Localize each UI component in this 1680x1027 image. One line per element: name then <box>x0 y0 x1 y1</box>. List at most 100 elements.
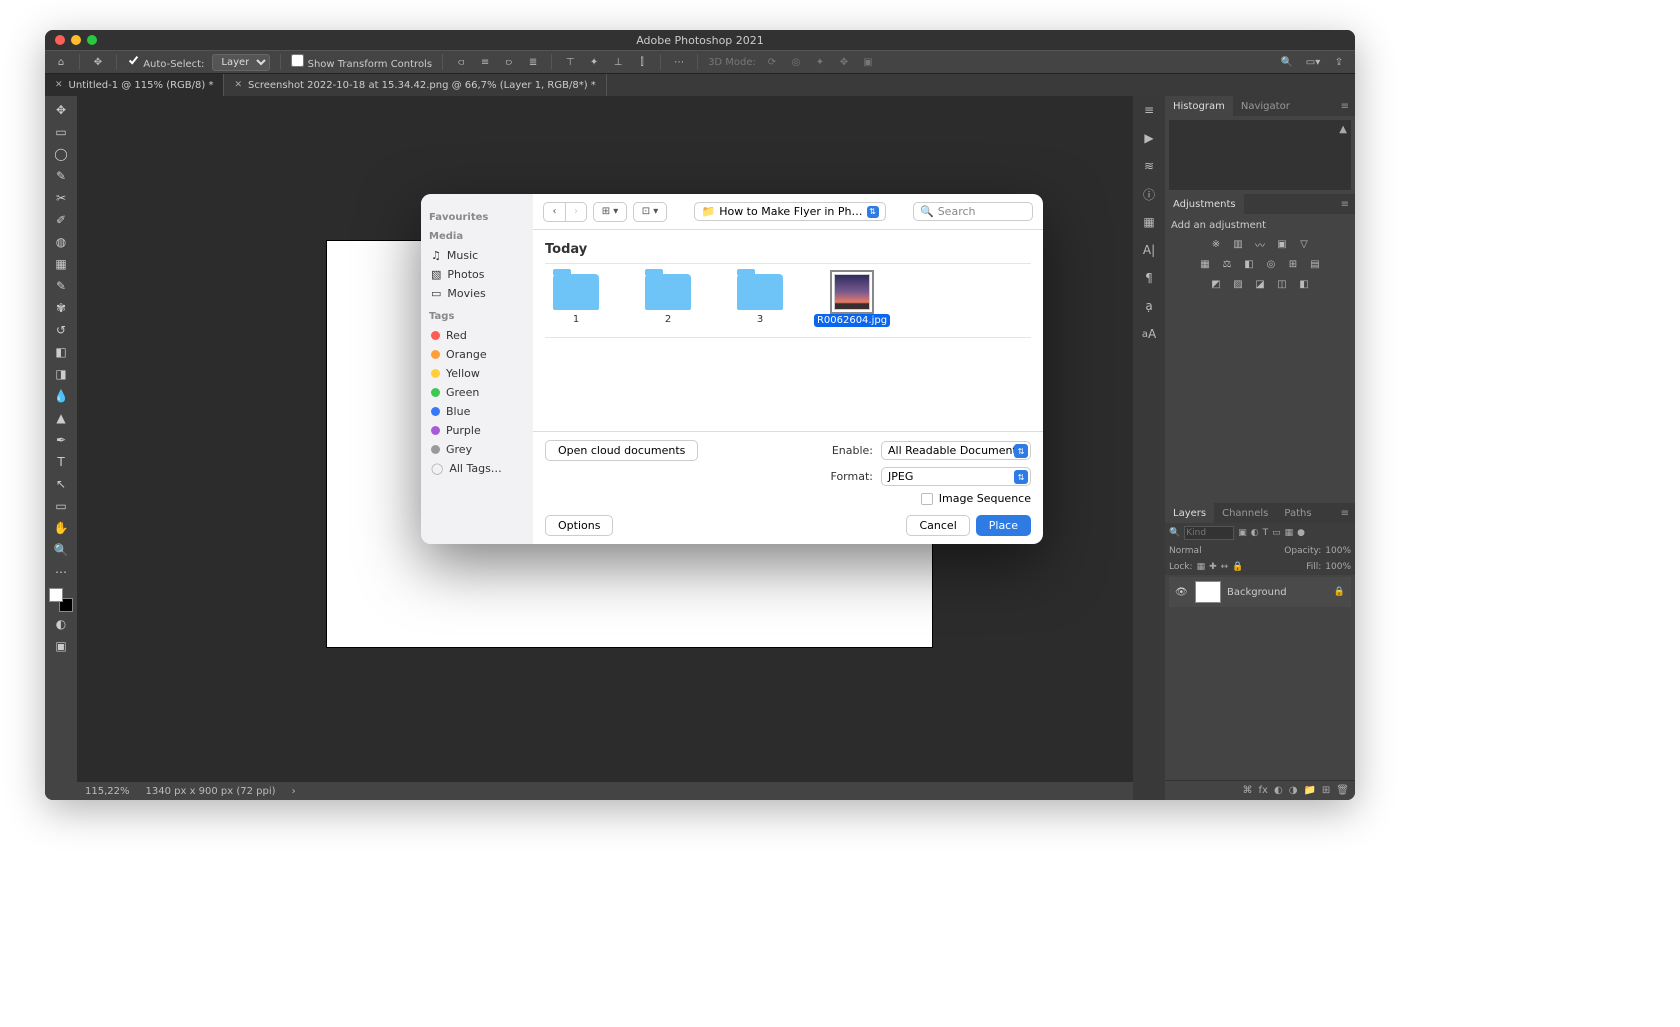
enable-select[interactable]: All Readable Documents⇅ <box>881 441 1031 460</box>
visibility-icon[interactable]: 👁 <box>1175 587 1189 598</box>
nav-back-button[interactable]: ‹ <box>543 202 565 222</box>
align-more-icon[interactable]: ≣ <box>525 54 541 70</box>
glyphs-icon[interactable]: ạ <box>1141 298 1157 314</box>
path-select-tool[interactable]: ↖ <box>50 474 72 494</box>
doc-info[interactable]: 1340 px x 900 px (72 ppi) <box>146 786 276 797</box>
lock-all-icon[interactable]: 🔒 <box>1232 562 1243 572</box>
pen-tool[interactable]: ✒ <box>50 430 72 450</box>
sidebar-item-music[interactable]: ♫Music <box>429 246 525 265</box>
zoom-tool[interactable]: 🔍 <box>50 540 72 560</box>
gradient-tool[interactable]: ◨ <box>50 364 72 384</box>
foreground-swatch[interactable] <box>49 588 63 602</box>
invert-icon[interactable]: ◩ <box>1208 277 1224 291</box>
auto-select-target[interactable]: Layer <box>212 54 270 71</box>
sidebar-item-movies[interactable]: ▭Movies <box>429 284 525 303</box>
nav-forward-button[interactable]: › <box>565 202 587 222</box>
auto-select-checkbox[interactable]: Auto-Select: <box>127 54 204 70</box>
tab-channels[interactable]: Channels <box>1214 503 1276 523</box>
filter-adj-icon[interactable]: ◐ <box>1251 528 1259 538</box>
filter-smart-icon[interactable]: ▦ <box>1285 528 1294 538</box>
tag-red[interactable]: Red <box>429 326 525 345</box>
open-cloud-button[interactable]: Open cloud documents <box>545 440 698 461</box>
lookup-icon[interactable]: ▤ <box>1307 257 1323 271</box>
selective-icon[interactable]: ◧ <box>1296 277 1312 291</box>
bw-icon[interactable]: ◧ <box>1241 257 1257 271</box>
tag-green[interactable]: Green <box>429 383 525 402</box>
cancel-button[interactable]: Cancel <box>906 515 969 536</box>
spot-heal-tool[interactable]: ◍ <box>50 232 72 252</box>
distribute-top-icon[interactable]: ⊤ <box>562 54 578 70</box>
vibrance-icon[interactable]: ▽ <box>1296 237 1312 251</box>
crop-tool[interactable]: ✂ <box>50 188 72 208</box>
move-tool-icon[interactable]: ✥ <box>90 54 106 70</box>
tab-screenshot[interactable]: ✕ Screenshot 2022-10-18 at 15.34.42.png … <box>224 74 606 96</box>
threshold-icon[interactable]: ◪ <box>1252 277 1268 291</box>
lasso-tool[interactable]: ◯ <box>50 144 72 164</box>
home-icon[interactable]: ⌂ <box>53 54 69 70</box>
filter-image-icon[interactable]: ▣ <box>1238 528 1247 538</box>
filter-type-icon[interactable]: T <box>1263 528 1269 538</box>
play-icon[interactable]: ▶ <box>1141 130 1157 146</box>
panel-menu-icon[interactable]: ≡ <box>1335 508 1355 519</box>
viewport[interactable]: Favourites Media ♫Music ▧Photos ▭Movies … <box>77 96 1133 782</box>
shape-tool[interactable]: ▭ <box>50 496 72 516</box>
tag-orange[interactable]: Orange <box>429 345 525 364</box>
balance-icon[interactable]: ⚖ <box>1219 257 1235 271</box>
lock-artboard-icon[interactable]: ↔ <box>1221 562 1229 572</box>
quick-select-tool[interactable]: ✎ <box>50 166 72 186</box>
show-transform-checkbox[interactable]: Show Transform Controls <box>291 54 432 70</box>
view-icons-button[interactable]: ⊞ ▾ <box>593 202 627 222</box>
tab-navigator[interactable]: Navigator <box>1233 96 1298 116</box>
hue-icon[interactable]: ▦ <box>1197 257 1213 271</box>
fill-value[interactable]: 100% <box>1325 562 1351 572</box>
zoom-value[interactable]: 115,22% <box>85 786 130 797</box>
image-sequence-checkbox[interactable] <box>921 493 933 505</box>
tag-purple[interactable]: Purple <box>429 421 525 440</box>
mask-icon[interactable]: ◐ <box>1274 785 1283 796</box>
mixer-icon[interactable]: ⊞ <box>1285 257 1301 271</box>
posterize-icon[interactable]: ▨ <box>1230 277 1246 291</box>
dodge-tool[interactable]: ▲ <box>50 408 72 428</box>
tab-layers[interactable]: Layers <box>1165 503 1214 523</box>
options-button[interactable]: Options <box>545 515 613 536</box>
panel-menu-icon[interactable]: ≡ <box>1335 199 1355 210</box>
filter-toggle-icon[interactable]: ● <box>1297 528 1305 538</box>
align-left-icon[interactable]: ⫏ <box>453 54 469 70</box>
history-brush-tool[interactable]: ↺ <box>50 320 72 340</box>
brightness-icon[interactable]: ※ <box>1208 237 1224 251</box>
marquee-tool[interactable]: ▭ <box>50 122 72 142</box>
distribute-bottom-icon[interactable]: ⊥ <box>610 54 626 70</box>
image-item-selected[interactable]: R0062604.jpg <box>821 274 883 327</box>
sidebar-item-photos[interactable]: ▧Photos <box>429 265 525 284</box>
sliders-icon[interactable]: ≋ <box>1141 158 1157 174</box>
share-icon[interactable]: ⇪ <box>1331 54 1347 70</box>
eraser-tool[interactable]: ◧ <box>50 342 72 362</box>
tab-adjustments[interactable]: Adjustments <box>1165 194 1244 214</box>
tab-untitled[interactable]: ✕ Untitled-1 @ 115% (RGB/8) * <box>45 74 224 96</box>
tag-yellow[interactable]: Yellow <box>429 364 525 383</box>
adj-layer-icon[interactable]: ◑ <box>1289 785 1298 796</box>
folder-item-1[interactable]: 1 <box>545 274 607 327</box>
close-tab-icon[interactable]: ✕ <box>234 80 242 90</box>
delete-icon[interactable]: 🗑 <box>1336 785 1349 796</box>
photo-filter-icon[interactable]: ◎ <box>1263 257 1279 271</box>
gradient-map-icon[interactable]: ◫ <box>1274 277 1290 291</box>
info-icon[interactable]: ⓘ <box>1141 186 1157 202</box>
screenmode-tool[interactable]: ▣ <box>50 636 72 656</box>
paragraph-icon[interactable]: ¶ <box>1141 270 1157 286</box>
format-select[interactable]: JPEG⇅ <box>881 467 1031 486</box>
panel-menu-icon[interactable]: ≡ <box>1335 101 1355 112</box>
distribute-vcenter-icon[interactable]: ✦ <box>586 54 602 70</box>
brush-tool[interactable]: ✎ <box>50 276 72 296</box>
type-tool[interactable]: T <box>50 452 72 472</box>
dialog-search[interactable]: 🔍 Search <box>913 202 1033 221</box>
new-layer-icon[interactable]: ⊞ <box>1322 785 1330 796</box>
workspace-switcher-icon[interactable]: ▭▾ <box>1305 54 1321 70</box>
blur-tool[interactable]: 💧 <box>50 386 72 406</box>
color-swatches[interactable] <box>49 588 73 612</box>
place-button[interactable]: Place <box>976 515 1031 536</box>
lock-pos-icon[interactable]: ✚ <box>1209 562 1217 572</box>
tag-all[interactable]: ◯All Tags… <box>429 459 525 478</box>
filter-shape-icon[interactable]: ▭ <box>1272 528 1281 538</box>
fx-icon[interactable]: fx <box>1259 785 1268 796</box>
